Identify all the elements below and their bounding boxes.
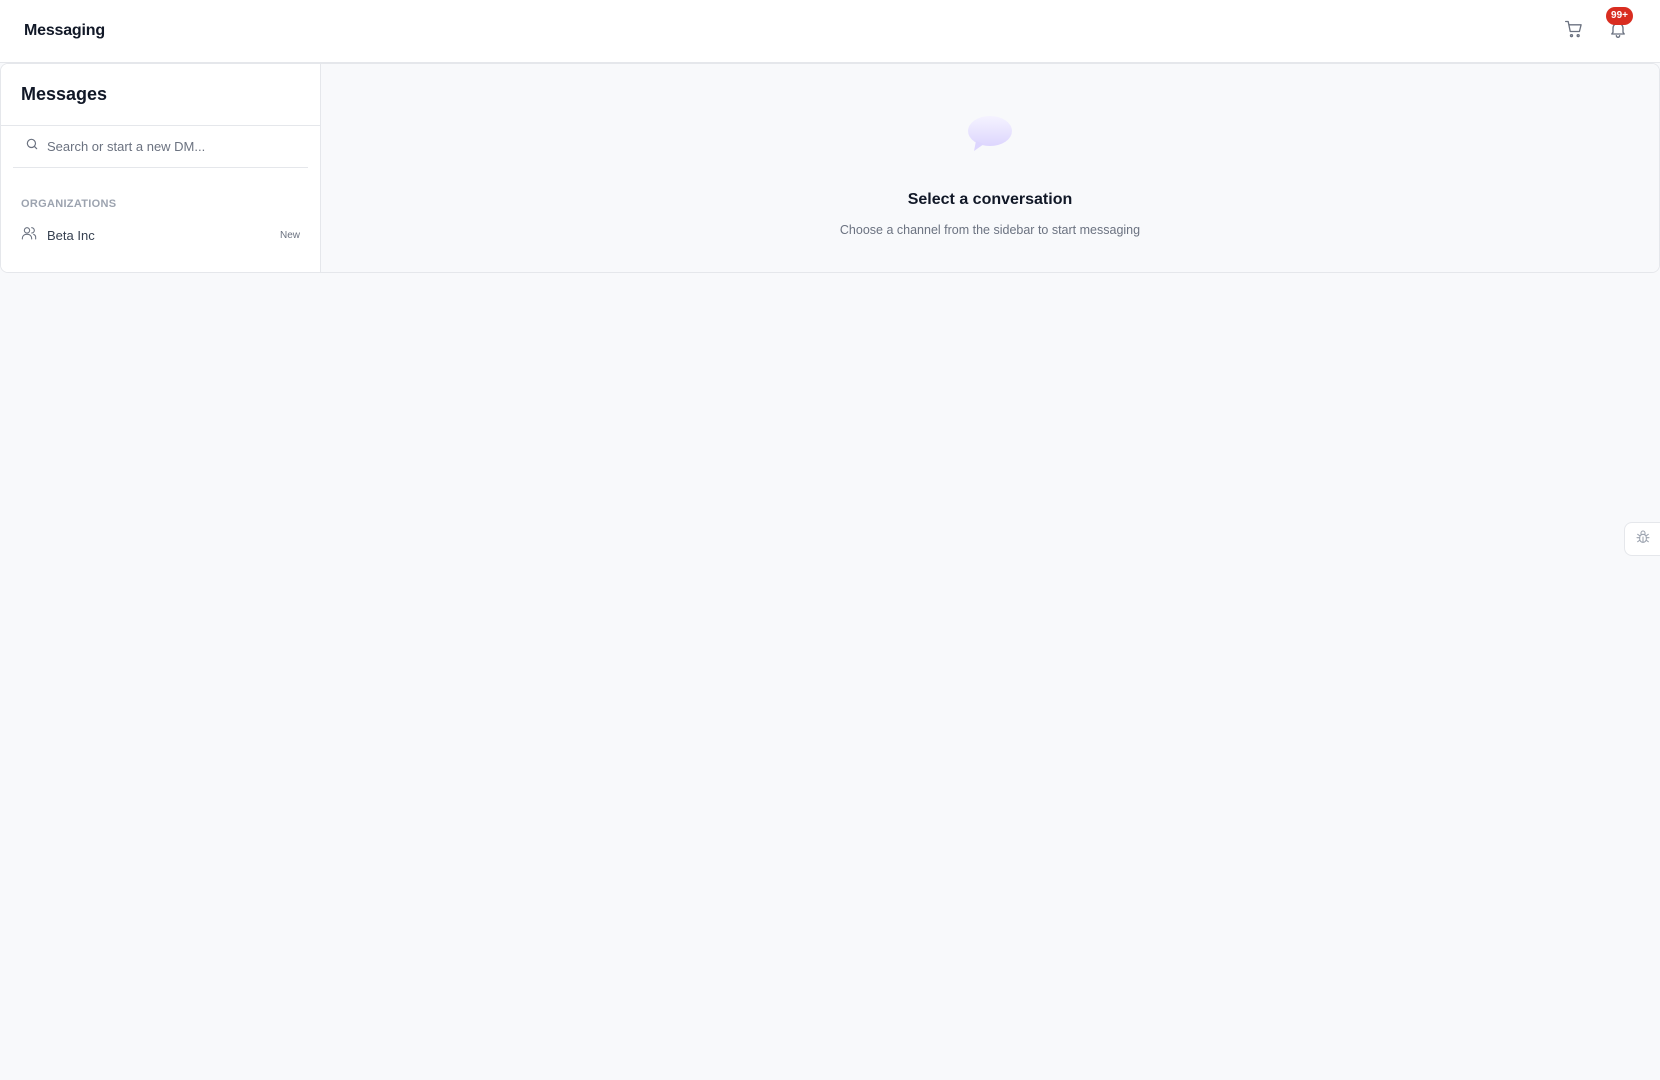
org-name: Beta Inc — [47, 227, 95, 243]
bug-icon — [1635, 529, 1651, 550]
empty-state-title: Select a conversation — [907, 191, 1073, 208]
conversation-panel: Select a conversation Choose a channel f… — [321, 64, 1659, 272]
cart-icon — [1564, 19, 1584, 44]
search-icon — [25, 137, 39, 156]
cart-button[interactable] — [1562, 19, 1586, 43]
notifications-button[interactable]: 99+ — [1606, 7, 1633, 43]
empty-state-subtitle: Choose a channel from the sidebar to sta… — [839, 223, 1141, 237]
debug-button[interactable] — [1624, 522, 1660, 556]
search-bar — [13, 126, 308, 168]
app-title: Messaging — [24, 22, 105, 39]
messaging-card: Messages ORGANIZATIONS — [0, 63, 1660, 273]
organizations-section-label: ORGANIZATIONS — [21, 198, 117, 210]
notification-badge: 99+ — [1606, 7, 1633, 25]
org-item-beta-inc[interactable]: Beta Inc New — [1, 220, 320, 250]
header-actions: 99+ — [1562, 7, 1633, 43]
org-new-badge: New — [279, 229, 300, 241]
users-icon — [21, 225, 37, 246]
top-bar: Messaging 99+ — [0, 0, 1660, 63]
sidebar-title: Messages — [21, 84, 108, 104]
sidebar-header: Messages — [1, 64, 320, 126]
org-item-left: Beta Inc — [21, 225, 95, 246]
search-input[interactable] — [47, 139, 287, 154]
chat-bubble-icon — [966, 114, 1014, 159]
sidebar: Messages ORGANIZATIONS — [1, 64, 321, 272]
